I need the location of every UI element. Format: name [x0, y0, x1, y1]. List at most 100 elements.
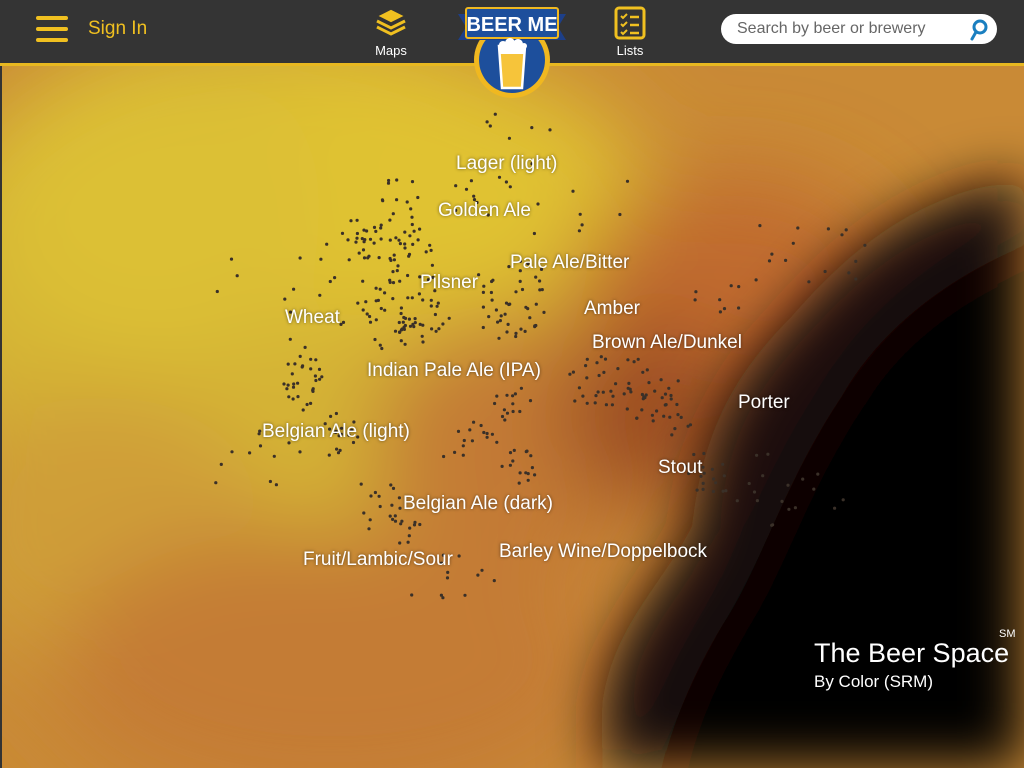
beer-dot[interactable]: [490, 298, 494, 302]
beer-dot[interactable]: [411, 322, 415, 326]
beer-dot[interactable]: [293, 362, 297, 366]
beer-dot[interactable]: [399, 306, 403, 310]
beer-dot[interactable]: [235, 274, 239, 278]
beer-dot[interactable]: [511, 402, 515, 406]
beer-dot[interactable]: [319, 257, 323, 261]
beer-dot[interactable]: [513, 392, 517, 396]
sign-in-link[interactable]: Sign In: [88, 18, 147, 40]
beer-dot[interactable]: [610, 403, 615, 407]
search-icon[interactable]: [969, 19, 989, 41]
beer-dot[interactable]: [626, 386, 630, 390]
beer-dot[interactable]: [435, 304, 439, 308]
beer-dot[interactable]: [597, 373, 601, 378]
beer-dot[interactable]: [625, 179, 630, 183]
beer-dot[interactable]: [701, 487, 705, 491]
beer-dot[interactable]: [461, 453, 465, 457]
beer-dot[interactable]: [758, 224, 762, 228]
beer-space-map[interactable]: Lager (light) Golden Ale Pale Ale/Bitter…: [2, 66, 1024, 768]
beer-dot[interactable]: [380, 198, 384, 202]
beer-dot[interactable]: [378, 343, 382, 347]
beer-dot[interactable]: [489, 290, 493, 295]
beer-dot[interactable]: [863, 243, 867, 247]
beer-dot[interactable]: [410, 296, 414, 300]
beer-dot[interactable]: [826, 227, 831, 231]
beer-dot[interactable]: [491, 278, 495, 282]
style-label-brown-ale[interactable]: Brown Ale/Dunkel: [592, 332, 742, 354]
beer-dot[interactable]: [530, 466, 535, 470]
beer-dot[interactable]: [392, 253, 396, 257]
beer-dot[interactable]: [406, 273, 410, 278]
beer-dot[interactable]: [603, 357, 608, 361]
beer-dot[interactable]: [622, 392, 626, 396]
beer-dot[interactable]: [506, 322, 510, 326]
beer-dot[interactable]: [361, 279, 365, 283]
beer-dot[interactable]: [534, 275, 538, 279]
beer-dot[interactable]: [485, 120, 489, 124]
beer-dot[interactable]: [498, 319, 502, 323]
beer-dot[interactable]: [641, 397, 645, 401]
beer-dot[interactable]: [767, 259, 772, 263]
beer-dot[interactable]: [398, 330, 402, 334]
beer-dot[interactable]: [378, 287, 382, 291]
beer-dot[interactable]: [314, 378, 318, 383]
lists-button[interactable]: Lists: [600, 6, 660, 58]
beer-dot[interactable]: [461, 444, 465, 448]
beer-dot[interactable]: [801, 477, 805, 481]
beer-dot[interactable]: [752, 490, 757, 494]
beer-dot[interactable]: [418, 227, 422, 231]
beer-dot[interactable]: [816, 472, 820, 476]
beer-dot[interactable]: [793, 506, 798, 510]
beer-dot[interactable]: [784, 258, 788, 262]
beer-dot[interactable]: [508, 185, 512, 189]
beer-dot[interactable]: [327, 453, 331, 457]
beer-dot[interactable]: [392, 258, 396, 262]
beer-dot[interactable]: [257, 432, 261, 436]
beer-dot[interactable]: [374, 299, 378, 303]
beer-dot[interactable]: [403, 342, 407, 346]
beer-dot[interactable]: [508, 463, 512, 467]
beer-dot[interactable]: [675, 402, 679, 407]
beer-dot[interactable]: [632, 360, 636, 364]
beer-dot[interactable]: [737, 306, 741, 310]
beer-dot[interactable]: [485, 435, 489, 439]
beer-dot[interactable]: [645, 368, 649, 372]
beer-dot[interactable]: [286, 362, 290, 366]
beer-dot[interactable]: [333, 276, 337, 280]
beer-dot[interactable]: [663, 392, 668, 396]
beer-dot[interactable]: [340, 231, 345, 235]
beer-dot[interactable]: [505, 330, 509, 334]
beer-dot[interactable]: [286, 383, 290, 387]
beer-dot[interactable]: [394, 236, 398, 240]
beer-dot[interactable]: [367, 527, 371, 531]
beer-dot[interactable]: [754, 278, 758, 282]
beer-dot[interactable]: [464, 187, 469, 191]
beer-dot[interactable]: [391, 297, 395, 301]
beer-dot[interactable]: [761, 474, 765, 478]
beer-dot[interactable]: [833, 506, 837, 510]
beer-dot[interactable]: [305, 402, 309, 407]
beer-dot[interactable]: [512, 448, 516, 452]
beer-dot[interactable]: [407, 252, 412, 256]
beer-dot[interactable]: [287, 395, 291, 399]
beer-dot[interactable]: [403, 230, 407, 234]
beer-dot[interactable]: [791, 241, 795, 245]
beer-dot[interactable]: [695, 488, 699, 492]
beer-dot[interactable]: [383, 291, 387, 295]
beer-dot[interactable]: [405, 200, 409, 204]
beer-dot[interactable]: [374, 229, 378, 233]
beer-dot[interactable]: [334, 411, 338, 416]
beer-dot[interactable]: [456, 429, 461, 433]
beer-dot[interactable]: [368, 320, 373, 324]
beer-dot[interactable]: [329, 414, 333, 418]
beer-dot[interactable]: [595, 361, 599, 365]
beer-dot[interactable]: [229, 257, 234, 261]
beer-dot[interactable]: [487, 315, 491, 319]
beer-dot[interactable]: [673, 427, 677, 431]
beer-dot[interactable]: [533, 324, 537, 328]
style-label-pilsner[interactable]: Pilsner: [420, 272, 478, 294]
beer-dot[interactable]: [481, 325, 485, 330]
beer-dot[interactable]: [514, 331, 518, 335]
beer-dot[interactable]: [301, 408, 305, 412]
beer-dot[interactable]: [548, 128, 552, 132]
beer-dot[interactable]: [420, 334, 424, 338]
